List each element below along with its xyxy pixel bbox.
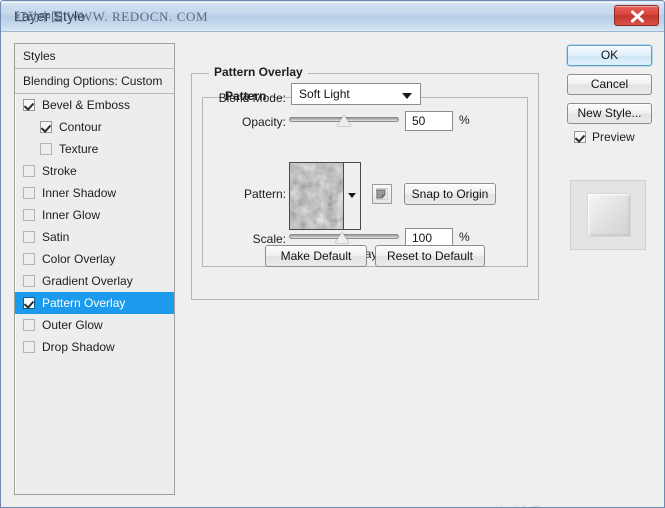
style-label: Stroke bbox=[42, 164, 77, 178]
close-icon bbox=[631, 10, 644, 23]
new-style-button[interactable]: New Style... bbox=[567, 103, 652, 124]
style-label: Drop Shadow bbox=[42, 340, 115, 354]
style-preview-thumbnail bbox=[570, 180, 646, 250]
layer-style-dialog: Layer Style 红动中国 WWW. REDOCN. COM Styles… bbox=[0, 0, 665, 508]
scale-slider[interactable] bbox=[289, 230, 399, 244]
scale-slider-thumb[interactable] bbox=[334, 232, 349, 243]
opacity-unit: % bbox=[459, 113, 470, 127]
preview-label: Preview bbox=[592, 130, 635, 144]
style-preview-swatch bbox=[587, 193, 631, 237]
checkbox-color-overlay[interactable] bbox=[23, 253, 35, 265]
make-default-button[interactable]: Make Default bbox=[265, 245, 367, 267]
blend-mode-select[interactable]: Soft Light bbox=[291, 83, 421, 105]
style-label: Outer Glow bbox=[42, 318, 103, 332]
styles-panel-header: Styles bbox=[15, 44, 174, 69]
snap-to-origin-button[interactable]: Snap to Origin bbox=[404, 183, 496, 205]
style-label: Inner Glow bbox=[42, 208, 101, 222]
style-label: Inner Shadow bbox=[42, 186, 117, 200]
style-row-gradient-overlay[interactable]: Gradient Overlay bbox=[15, 270, 174, 292]
new-preset-icon bbox=[376, 188, 388, 200]
ok-button[interactable]: OK bbox=[567, 45, 652, 66]
checkbox-bevel-emboss[interactable] bbox=[23, 99, 35, 111]
checkbox-inner-shadow[interactable] bbox=[23, 187, 35, 199]
pattern-label: Pattern: bbox=[243, 187, 286, 201]
scale-unit: % bbox=[459, 230, 470, 244]
blend-mode-value: Soft Light bbox=[299, 87, 350, 101]
pattern-dropdown-arrow[interactable] bbox=[344, 163, 360, 229]
footer-watermark: 红动中国 WWW. REDOCN. COM bbox=[499, 503, 662, 507]
style-label: Contour bbox=[59, 120, 102, 134]
checkbox-contour[interactable] bbox=[40, 121, 52, 133]
style-row-color-overlay[interactable]: Color Overlay bbox=[15, 248, 174, 270]
checkbox-pattern-overlay[interactable] bbox=[23, 297, 35, 309]
checkbox-satin[interactable] bbox=[23, 231, 35, 243]
scale-label: Scale: bbox=[252, 232, 286, 246]
reset-to-default-button[interactable]: Reset to Default bbox=[375, 245, 485, 267]
new-pattern-button[interactable] bbox=[372, 184, 392, 204]
pattern-overlay-group-title: Pattern Overlay bbox=[209, 65, 308, 79]
opacity-input[interactable]: 50 bbox=[405, 111, 453, 131]
checkbox-gradient-overlay[interactable] bbox=[23, 275, 35, 287]
pattern-picker[interactable] bbox=[289, 162, 361, 230]
style-row-texture[interactable]: Texture bbox=[15, 138, 174, 160]
titlebar-watermark: 红动中国 WWW. REDOCN. COM bbox=[15, 9, 209, 24]
style-row-stroke[interactable]: Stroke bbox=[15, 160, 174, 182]
checkbox-inner-glow[interactable] bbox=[23, 209, 35, 221]
style-row-inner-glow[interactable]: Inner Glow bbox=[15, 204, 174, 226]
checkbox-preview[interactable] bbox=[574, 131, 586, 143]
styles-panel: Styles Blending Options: Custom Bevel & … bbox=[14, 43, 175, 495]
cancel-button[interactable]: Cancel bbox=[567, 74, 652, 95]
style-row-outer-glow[interactable]: Outer Glow bbox=[15, 314, 174, 336]
preview-row[interactable]: Preview bbox=[574, 130, 635, 144]
pattern-thumbnail[interactable] bbox=[290, 163, 344, 229]
style-label: Texture bbox=[59, 142, 99, 156]
style-row-drop-shadow[interactable]: Drop Shadow bbox=[15, 336, 174, 358]
checkbox-texture[interactable] bbox=[40, 143, 52, 155]
checkbox-stroke[interactable] bbox=[23, 165, 35, 177]
screenshot-root: Layer Style 红动中国 WWW. REDOCN. COM Styles… bbox=[0, 0, 665, 508]
checkbox-drop-shadow[interactable] bbox=[23, 341, 35, 353]
checkbox-outer-glow[interactable] bbox=[23, 319, 35, 331]
pattern-texture-icon bbox=[290, 163, 343, 229]
chevron-down-icon bbox=[402, 93, 412, 99]
style-label: Pattern Overlay bbox=[42, 296, 126, 310]
close-button[interactable] bbox=[614, 5, 659, 26]
opacity-slider[interactable] bbox=[289, 113, 399, 127]
blend-mode-label: Blend Mode: bbox=[218, 91, 286, 105]
style-label: Bevel & Emboss bbox=[42, 98, 131, 112]
style-label: Color Overlay bbox=[42, 252, 116, 266]
titlebar-highlight bbox=[2, 2, 663, 3]
style-label: Satin bbox=[42, 230, 70, 244]
style-row-pattern-overlay[interactable]: Pattern Overlay bbox=[15, 292, 174, 314]
opacity-slider-thumb[interactable] bbox=[337, 115, 351, 126]
dialog-titlebar[interactable]: Layer Style 红动中国 WWW. REDOCN. COM bbox=[1, 1, 664, 32]
style-label: Gradient Overlay bbox=[42, 274, 133, 288]
opacity-label: Opacity: bbox=[241, 115, 286, 129]
dialog-body: Styles Blending Options: Custom Bevel & … bbox=[1, 32, 664, 507]
